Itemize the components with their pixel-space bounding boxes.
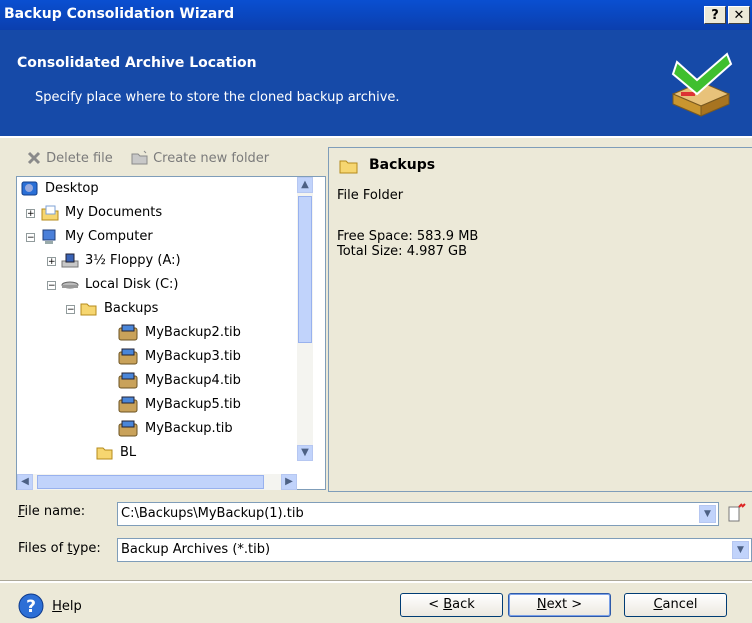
scroll-down-icon[interactable]: ▼ — [297, 445, 313, 461]
scroll-thumb[interactable] — [298, 196, 312, 343]
help-icon: ? — [18, 593, 44, 619]
desktop-icon — [21, 181, 38, 195]
tree-item-backups[interactable]: Backups — [80, 297, 158, 321]
create-folder-label: Create new folder — [153, 150, 270, 166]
floppy-drive-icon — [61, 253, 79, 267]
page-title: Consolidated Archive Location — [17, 55, 257, 71]
scroll-up-icon[interactable]: ▲ — [297, 177, 313, 193]
tree-item-file[interactable]: MyBackup.tib — [117, 417, 233, 441]
delete-file-label: Delete file — [46, 150, 113, 166]
help-title-button[interactable]: ? — [704, 6, 726, 24]
page-subtitle: Specify place where to store the cloned … — [35, 90, 400, 105]
help-button[interactable]: ? Help — [18, 593, 82, 621]
tree-item-local-disk[interactable]: Local Disk (C:) — [61, 273, 178, 297]
wizard-header: Consolidated Archive Location Specify pl… — [0, 30, 752, 136]
archive-download-icon — [671, 52, 733, 117]
close-button[interactable]: ✕ — [728, 6, 750, 24]
tree-item-file[interactable]: MyBackup4.tib — [117, 369, 241, 393]
tree-item-bl[interactable]: BL — [96, 441, 136, 465]
file-toolbar: Delete file Create new folder — [26, 150, 269, 170]
file-name-input[interactable]: C:\Backups\MyBackup(1).tib ▼ — [117, 502, 719, 526]
chevron-down-icon[interactable]: ▼ — [732, 541, 749, 559]
item-info-pane: Backups File Folder Free Space: 583.9 MB… — [328, 147, 752, 492]
scroll-thumb[interactable] — [37, 475, 264, 489]
tree-item-my-documents[interactable]: My Documents — [41, 201, 162, 225]
scroll-right-icon[interactable]: ▶ — [281, 474, 297, 490]
tree-item-file[interactable]: MyBackup3.tib — [117, 345, 241, 369]
header-divider — [0, 136, 752, 138]
window-title: Backup Consolidation Wizard — [4, 6, 235, 22]
computer-icon — [42, 229, 56, 244]
expand-toggle[interactable]: + — [47, 257, 56, 267]
file-type-label: Files of type: — [18, 541, 101, 556]
archive-file-icon — [118, 372, 138, 388]
tree-item-desktop[interactable]: Desktop — [21, 177, 99, 201]
archive-file-icon — [118, 420, 138, 436]
collapse-toggle[interactable]: − — [66, 305, 75, 315]
tree-item-floppy[interactable]: 3½ Floppy (A:) — [61, 249, 181, 273]
documents-folder-icon — [41, 205, 59, 220]
footer-divider — [0, 580, 752, 583]
tree-item-file[interactable]: MyBackup2.tib — [117, 321, 241, 345]
scroll-left-icon[interactable]: ◀ — [17, 474, 33, 490]
selected-item-type: File Folder — [337, 188, 404, 203]
tree-horizontal-scrollbar[interactable]: ◀ ▶ — [17, 474, 297, 490]
folder-icon — [339, 160, 358, 174]
hard-disk-icon — [61, 281, 79, 288]
create-folder-button[interactable]: Create new folder — [131, 150, 269, 166]
collapse-toggle[interactable]: − — [26, 233, 35, 243]
back-button[interactable]: < Back — [400, 593, 503, 617]
new-folder-icon — [131, 150, 148, 165]
tree-item-my-computer[interactable]: My Computer — [41, 225, 153, 249]
file-name-label: File name: — [18, 504, 86, 519]
expand-toggle[interactable]: + — [26, 209, 35, 219]
chevron-down-icon[interactable]: ▼ — [699, 505, 716, 523]
cancel-button[interactable]: Cancel — [624, 593, 727, 617]
tree-vertical-scrollbar[interactable]: ▲ ▼ — [297, 177, 313, 461]
title-bar[interactable]: Backup Consolidation Wizard ? ✕ — [0, 0, 752, 30]
archive-file-icon — [118, 396, 138, 412]
delete-file-button[interactable]: Delete file — [26, 150, 113, 166]
new-file-icon[interactable] — [726, 503, 746, 523]
total-size-label: Total Size: 4.987 GB — [337, 244, 468, 259]
archive-file-icon — [118, 348, 138, 364]
free-space-label: Free Space: 583.9 MB — [337, 229, 479, 244]
delete-x-icon — [27, 151, 41, 165]
selected-item-name: Backups — [369, 157, 436, 173]
file-type-select[interactable]: Backup Archives (*.tib) ▼ — [117, 538, 752, 562]
archive-file-icon — [118, 324, 138, 340]
open-folder-icon — [80, 303, 97, 315]
folder-icon — [96, 447, 113, 459]
next-button[interactable]: Next > — [508, 593, 611, 617]
svg-text:?: ? — [26, 597, 36, 617]
help-label: Help — [52, 598, 82, 614]
tree-item-file[interactable]: MyBackup5.tib — [117, 393, 241, 417]
collapse-toggle[interactable]: − — [47, 281, 56, 291]
folder-tree[interactable]: Desktop + My Documents − My Computer + 3… — [16, 176, 326, 490]
